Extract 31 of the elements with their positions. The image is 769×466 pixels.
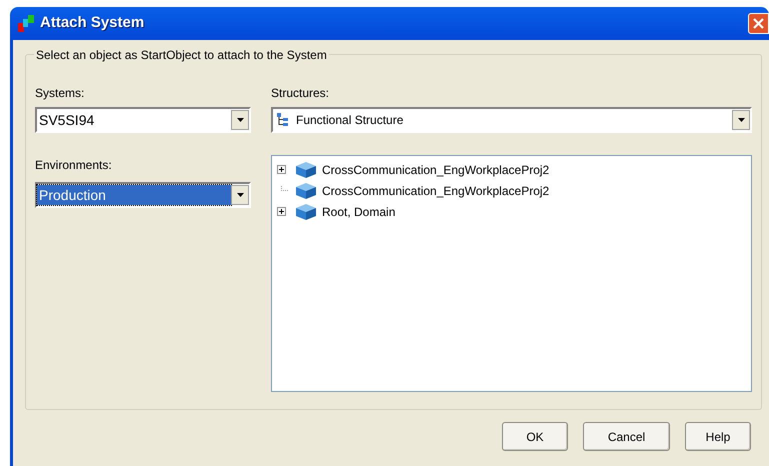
environments-value: Production: [37, 185, 231, 205]
structures-label: Structures:: [271, 86, 330, 100]
systems-dropdown[interactable]: SV5SI94: [35, 107, 251, 133]
window-title: Attach System: [40, 13, 144, 34]
tree-item[interactable]: Root, Domain: [321, 202, 396, 220]
cube-icon: [295, 182, 317, 200]
cube-icon: [295, 202, 317, 220]
tree-item[interactable]: CrossCommunication_EngWorkplaceProj2: [321, 182, 550, 200]
caret-icon: [236, 193, 244, 197]
dropdown-button[interactable]: [732, 110, 750, 130]
dialog-button[interactable]: Help: [685, 422, 751, 451]
close-button[interactable]: [748, 13, 769, 34]
close-icon: [753, 18, 764, 29]
structures-dropdown[interactable]: Functional Structure: [271, 107, 752, 133]
hierarchy-icon: [276, 112, 290, 128]
dialog-button[interactable]: Cancel: [583, 422, 670, 451]
dialog-button[interactable]: OK: [502, 422, 568, 451]
expand-icon[interactable]: [277, 207, 286, 216]
caret-icon: [738, 118, 744, 122]
tree-item[interactable]: CrossCommunication_EngWorkplaceProj2: [321, 160, 550, 178]
expand-icon[interactable]: [277, 165, 286, 174]
cube-icon: [295, 160, 317, 178]
systems-label: Systems:: [35, 86, 86, 100]
dropdown-button[interactable]: [231, 110, 249, 130]
app-logo-icon: [16, 14, 36, 34]
structures-value: Functional Structure: [295, 112, 404, 129]
caret-icon: [236, 118, 244, 122]
dropdown-button[interactable]: [231, 185, 249, 205]
environments-dropdown[interactable]: Production: [35, 182, 251, 208]
environments-label: Environments:: [35, 158, 113, 172]
systems-value: SV5SI94: [38, 110, 96, 130]
